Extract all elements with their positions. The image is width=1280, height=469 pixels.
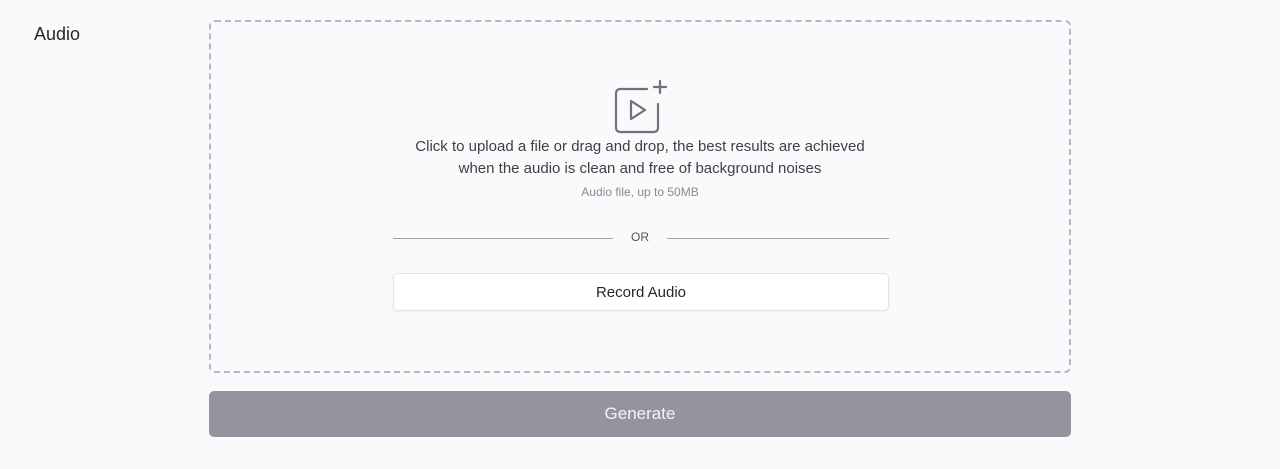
audio-field-label: Audio: [34, 24, 81, 44]
divider-left: [393, 238, 613, 239]
upload-instructions-line-1: Click to upload a file or drag and drop,…: [415, 138, 865, 155]
upload-instructions-line-2: when the audio is clean and free of back…: [458, 160, 822, 177]
divider-right: [667, 238, 889, 239]
upload-instructions: Click to upload a file or drag and drop,…: [211, 136, 1069, 180]
record-audio-button[interactable]: Record Audio: [393, 273, 889, 311]
audio-upload-dropzone[interactable]: Click to upload a file or drag and drop,…: [209, 20, 1071, 373]
video-add-icon: [611, 78, 668, 134]
file-size-hint: Audio file, up to 50MB: [581, 185, 699, 199]
generate-button[interactable]: Generate: [209, 391, 1071, 437]
or-separator: OR: [631, 230, 649, 244]
